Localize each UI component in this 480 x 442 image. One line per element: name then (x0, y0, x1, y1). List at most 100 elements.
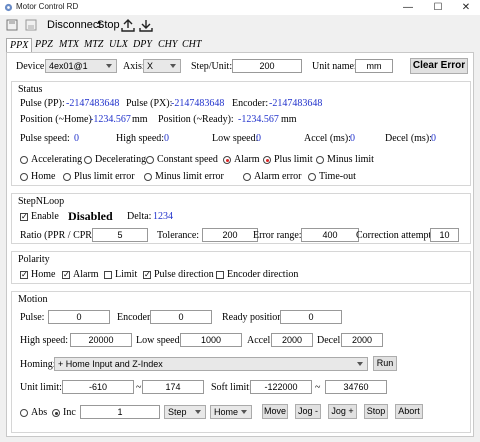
device-label: Device: (16, 61, 48, 72)
toolbar: Disconnect Stop (0, 15, 480, 37)
low-speed-input[interactable]: 1000 (180, 333, 242, 347)
axis-select[interactable]: X (143, 59, 181, 73)
homing-label: Homing: (20, 359, 56, 370)
tolerance-input[interactable]: 200 (202, 228, 258, 242)
timeout-label: Time-out (319, 171, 356, 182)
pos-ready-value: -1234.567 (238, 114, 279, 125)
connect-icon[interactable] (6, 19, 18, 31)
accel-label: Accel (ms): (304, 133, 351, 144)
tab-chy[interactable]: CHY (155, 38, 180, 52)
pos-ready-unit: mm (281, 114, 297, 125)
clear-error-button[interactable]: Clear Error (410, 58, 468, 74)
stepnloop-title: StepNLoop (18, 196, 65, 207)
home-indicator (20, 173, 28, 181)
plus-limit-error-label: Plus limit error (74, 171, 135, 182)
plus-limit-error-indicator (63, 173, 71, 181)
tab-ulx[interactable]: ULX (106, 38, 131, 52)
minus-limit-label: Minus limit (327, 154, 374, 165)
limit-polarity-checkbox[interactable] (104, 271, 112, 279)
low-speed-label: Low speed: (212, 133, 259, 144)
motion-encoder-input[interactable]: 0 (150, 310, 212, 324)
error-range-label: Error range: (253, 230, 302, 241)
alarm-indicator (223, 156, 231, 164)
pulse-px-label: Pulse (PX): (126, 98, 173, 109)
abs-radio[interactable] (20, 409, 28, 417)
motion-pulse-input[interactable]: 0 (48, 310, 110, 324)
move-button[interactable]: Move (262, 404, 288, 419)
pulse-speed-value: 0 (74, 133, 79, 144)
download-icon[interactable] (139, 18, 153, 32)
pulse-px-value: -2147483648 (171, 98, 225, 109)
tab-cht[interactable]: CHT (179, 38, 204, 52)
delta-label: Delta: (127, 211, 152, 222)
unit-name-input[interactable]: mm (355, 59, 393, 73)
step-unit-input[interactable]: 200 (232, 59, 302, 73)
motion-title: Motion (18, 294, 48, 305)
decel-value: 0 (431, 133, 436, 144)
tab-ppz[interactable]: PPZ (32, 38, 56, 52)
move-amount-input[interactable]: 1 (80, 405, 160, 419)
pos-home-unit: mm (132, 114, 148, 125)
pos-ready-label: Position (~Ready): (158, 114, 234, 125)
decelerating-label: Decelerating (95, 154, 147, 165)
home-mode-select[interactable]: Home (210, 405, 252, 419)
tab-mtz[interactable]: MTZ (81, 38, 106, 52)
tab-bar: PPX PPZ MTX MTZ ULX DPY CHY CHT (6, 38, 474, 53)
ready-position-label: Ready position: (222, 312, 286, 323)
stop-button[interactable]: Stop (97, 19, 120, 31)
device-select[interactable]: 4ex01@1 (45, 59, 117, 73)
encoder-value: -2147483648 (269, 98, 323, 109)
home-polarity-checkbox[interactable]: ✓ (20, 271, 28, 279)
motion-stop-button[interactable]: Stop (364, 404, 388, 419)
close-button[interactable]: ✕ (452, 0, 480, 15)
inc-label: Inc (63, 407, 76, 418)
encoder-direction-checkbox[interactable] (216, 271, 224, 279)
disconnect-button[interactable]: Disconnect (47, 19, 101, 31)
pos-home-value: -1234.567 (90, 114, 131, 125)
tab-ppx[interactable]: PPX (6, 38, 33, 53)
ratio-input[interactable]: 5 (92, 228, 148, 242)
tab-mtx[interactable]: MTX (56, 38, 82, 52)
upload-icon[interactable] (121, 18, 135, 32)
enable-checkbox[interactable]: ✓ (20, 213, 28, 221)
minus-limit-indicator (316, 156, 324, 164)
jog-plus-button[interactable]: Jog + (328, 404, 357, 419)
accel-value: 0 (350, 133, 355, 144)
maximize-button[interactable]: ☐ (424, 0, 452, 15)
app-icon (4, 3, 13, 12)
high-speed-value: 0 (164, 133, 169, 144)
homing-select[interactable]: + Home Input and Z-Index (54, 357, 368, 371)
pulse-direction-checkbox[interactable]: ✓ (143, 271, 151, 279)
timeout-indicator (308, 173, 316, 181)
jog-minus-button[interactable]: Jog - (295, 404, 321, 419)
pulse-direction-label: Pulse direction (154, 269, 214, 280)
home-polarity-label: Home (31, 269, 56, 280)
run-button[interactable]: Run (373, 356, 397, 371)
tolerance-label: Tolerance: (157, 230, 200, 241)
tab-dpy[interactable]: DPY (130, 38, 155, 52)
window-title: Motor Control RD (16, 2, 79, 11)
high-speed-input[interactable]: 20000 (70, 333, 132, 347)
step-mode-select[interactable]: Step (164, 405, 206, 419)
abs-label: Abs (31, 407, 48, 418)
accel-input[interactable]: 2000 (271, 333, 313, 347)
high-speed-setting-label: High speed: (20, 335, 69, 346)
minimize-button[interactable]: — (394, 0, 422, 15)
unit-limit-min-input[interactable]: -610 (62, 380, 134, 394)
abort-button[interactable]: Abort (395, 404, 423, 419)
motion-pulse-label: Pulse: (20, 312, 45, 323)
plus-limit-label: Plus limit (274, 154, 313, 165)
low-speed-setting-label: Low speed: (136, 335, 183, 346)
delta-value: 1234 (153, 211, 173, 222)
decel-input[interactable]: 2000 (341, 333, 383, 347)
error-range-input[interactable]: 400 (301, 228, 359, 242)
correction-input[interactable]: 10 (430, 228, 459, 242)
save-icon[interactable] (25, 19, 37, 31)
soft-limit-max-input[interactable]: 34760 (325, 380, 387, 394)
alarm-polarity-checkbox[interactable]: ✓ (62, 271, 70, 279)
unit-limit-max-input[interactable]: 174 (142, 380, 204, 394)
minus-limit-error-indicator (144, 173, 152, 181)
inc-radio[interactable] (52, 409, 60, 417)
ready-position-input[interactable]: 0 (280, 310, 342, 324)
soft-limit-min-input[interactable]: -122000 (250, 380, 312, 394)
